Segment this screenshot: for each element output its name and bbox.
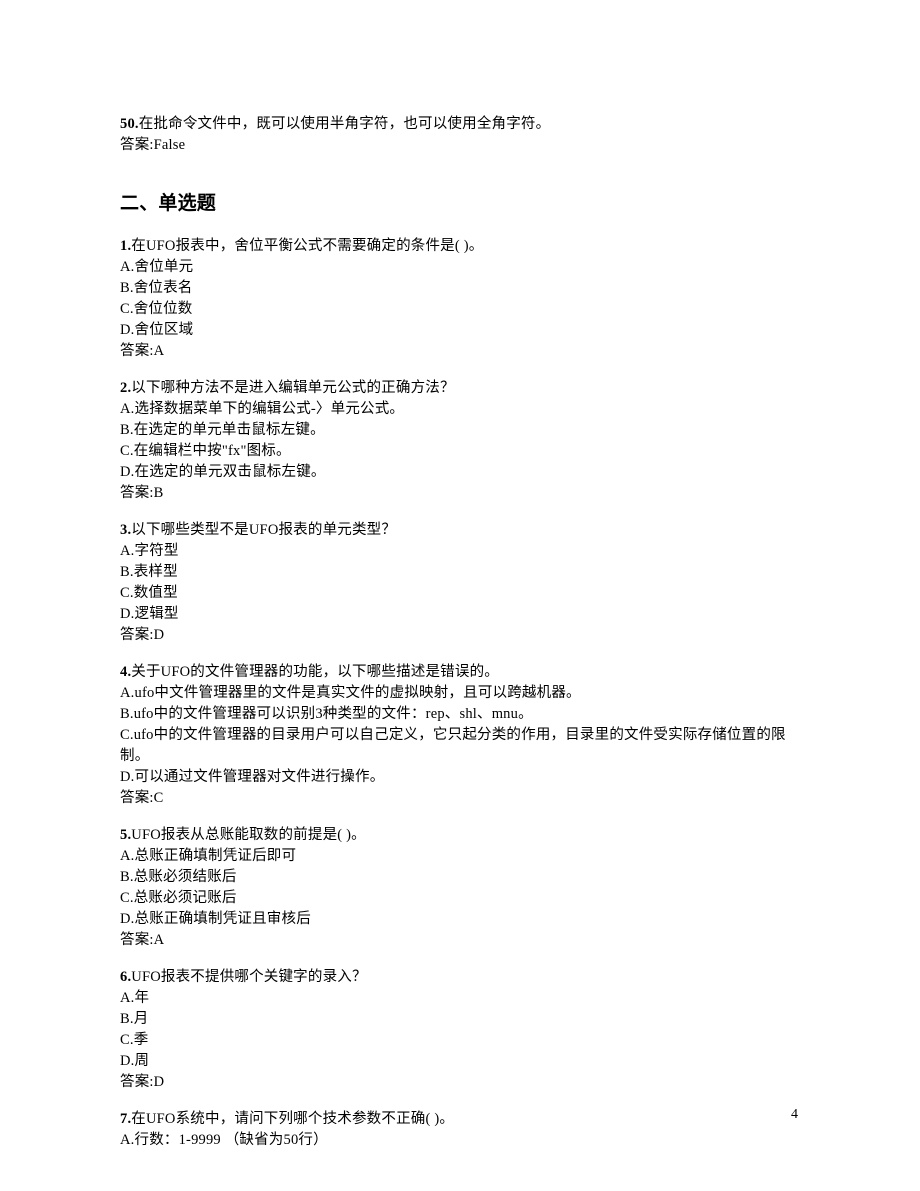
option: A.总账正确填制凭证后即可 [120, 846, 800, 867]
question-block-6: 6.UFO报表不提供哪个关键字的录入？ A.年 B.月 C.季 D.周 答案:D [120, 967, 800, 1093]
question-line: 5.UFO报表从总账能取数的前提是( )。 [120, 825, 800, 846]
options-group: A.ufo中文件管理器里的文件是真实文件的虚拟映射，且可以跨越机器。 B.ufo… [120, 683, 800, 788]
option: D.舍位区域 [120, 320, 800, 341]
answer-line: 答案:A [120, 930, 800, 951]
option: C.数值型 [120, 583, 800, 604]
question-stem: 以下哪种方法不是进入编辑单元公式的正确方法？ [131, 380, 454, 396]
question-line: 7.在UFO系统中，请问下列哪个技术参数不正确( )。 [120, 1109, 800, 1130]
question-number: 3. [120, 522, 131, 538]
option: C.舍位位数 [120, 299, 800, 320]
option: D.在选定的单元双击鼠标左键。 [120, 462, 800, 483]
option: C.季 [120, 1030, 800, 1051]
question-stem: 在批命令文件中，既可以使用半角字符，也可以使用全角字符。 [139, 116, 551, 132]
question-number: 7. [120, 1111, 131, 1127]
question-stem: 关于UFO的文件管理器的功能，以下哪些描述是错误的。 [131, 664, 499, 680]
question-stem: UFO报表不提供哪个关键字的录入？ [131, 969, 366, 985]
option: C.ufo中的文件管理器的目录用户可以自己定义，它只起分类的作用，目录里的文件受… [120, 725, 800, 767]
question-block-4: 4.关于UFO的文件管理器的功能，以下哪些描述是错误的。 A.ufo中文件管理器… [120, 662, 800, 809]
answer-line: 答案:False [120, 135, 800, 156]
question-number: 5. [120, 827, 131, 843]
option: B.总账必须结账后 [120, 867, 800, 888]
options-group: A.选择数据菜单下的编辑公式-〉单元公式。 B.在选定的单元单击鼠标左键。 C.… [120, 399, 800, 483]
answer-line: 答案:C [120, 788, 800, 809]
question-number: 6. [120, 969, 131, 985]
option: D.可以通过文件管理器对文件进行操作。 [120, 767, 800, 788]
question-number: 1. [120, 238, 131, 254]
question-line: 2.以下哪种方法不是进入编辑单元公式的正确方法？ [120, 378, 800, 399]
page-number: 4 [791, 1107, 798, 1123]
options-group: A.字符型 B.表样型 C.数值型 D.逻辑型 [120, 541, 800, 625]
question-stem: 在UFO系统中，请问下列哪个技术参数不正确( )。 [131, 1111, 454, 1127]
question-block-5: 5.UFO报表从总账能取数的前提是( )。 A.总账正确填制凭证后即可 B.总账… [120, 825, 800, 951]
question-line: 50.在批命令文件中，既可以使用半角字符，也可以使用全角字符。 [120, 114, 800, 135]
option: A.年 [120, 988, 800, 1009]
intro-question-50: 50.在批命令文件中，既可以使用半角字符，也可以使用全角字符。 答案:False [120, 114, 800, 156]
options-group: A.行数：1-9999 （缺省为50行） [120, 1130, 800, 1151]
option: D.总账正确填制凭证且审核后 [120, 909, 800, 930]
question-stem: 以下哪些类型不是UFO报表的单元类型？ [131, 522, 396, 538]
options-group: A.舍位单元 B.舍位表名 C.舍位位数 D.舍位区域 [120, 257, 800, 341]
question-block-3: 3.以下哪些类型不是UFO报表的单元类型？ A.字符型 B.表样型 C.数值型 … [120, 520, 800, 646]
question-block-7: 7.在UFO系统中，请问下列哪个技术参数不正确( )。 A.行数：1-9999 … [120, 1109, 800, 1151]
question-block-1: 1.在UFO报表中，舍位平衡公式不需要确定的条件是( )。 A.舍位单元 B.舍… [120, 236, 800, 362]
answer-line: 答案:D [120, 1072, 800, 1093]
question-stem: UFO报表从总账能取数的前提是( )。 [131, 827, 366, 843]
option: B.ufo中的文件管理器可以识别3种类型的文件：rep、shl、mnu。 [120, 704, 800, 725]
option: B.在选定的单元单击鼠标左键。 [120, 420, 800, 441]
option: C.总账必须记账后 [120, 888, 800, 909]
question-number: 50. [120, 116, 139, 132]
option: B.月 [120, 1009, 800, 1030]
question-line: 3.以下哪些类型不是UFO报表的单元类型？ [120, 520, 800, 541]
section-title: 二、单选题 [120, 190, 800, 218]
option: A.行数：1-9999 （缺省为50行） [120, 1130, 800, 1151]
option: D.逻辑型 [120, 604, 800, 625]
option: A.舍位单元 [120, 257, 800, 278]
answer-line: 答案:A [120, 341, 800, 362]
option: A.选择数据菜单下的编辑公式-〉单元公式。 [120, 399, 800, 420]
question-number: 4. [120, 664, 131, 680]
question-line: 4.关于UFO的文件管理器的功能，以下哪些描述是错误的。 [120, 662, 800, 683]
question-number: 2. [120, 380, 131, 396]
question-line: 1.在UFO报表中，舍位平衡公式不需要确定的条件是( )。 [120, 236, 800, 257]
answer-line: 答案:D [120, 625, 800, 646]
options-group: A.年 B.月 C.季 D.周 [120, 988, 800, 1072]
answer-line: 答案:B [120, 483, 800, 504]
option: A.字符型 [120, 541, 800, 562]
question-line: 6.UFO报表不提供哪个关键字的录入？ [120, 967, 800, 988]
document-page: 50.在批命令文件中，既可以使用半角字符，也可以使用全角字符。 答案:False… [0, 0, 920, 1151]
options-group: A.总账正确填制凭证后即可 B.总账必须结账后 C.总账必须记账后 D.总账正确… [120, 846, 800, 930]
option: D.周 [120, 1051, 800, 1072]
option: A.ufo中文件管理器里的文件是真实文件的虚拟映射，且可以跨越机器。 [120, 683, 800, 704]
option: C.在编辑栏中按"fx"图标。 [120, 441, 800, 462]
question-stem: 在UFO报表中，舍位平衡公式不需要确定的条件是( )。 [131, 238, 483, 254]
option: B.表样型 [120, 562, 800, 583]
question-block-2: 2.以下哪种方法不是进入编辑单元公式的正确方法？ A.选择数据菜单下的编辑公式-… [120, 378, 800, 504]
option: B.舍位表名 [120, 278, 800, 299]
